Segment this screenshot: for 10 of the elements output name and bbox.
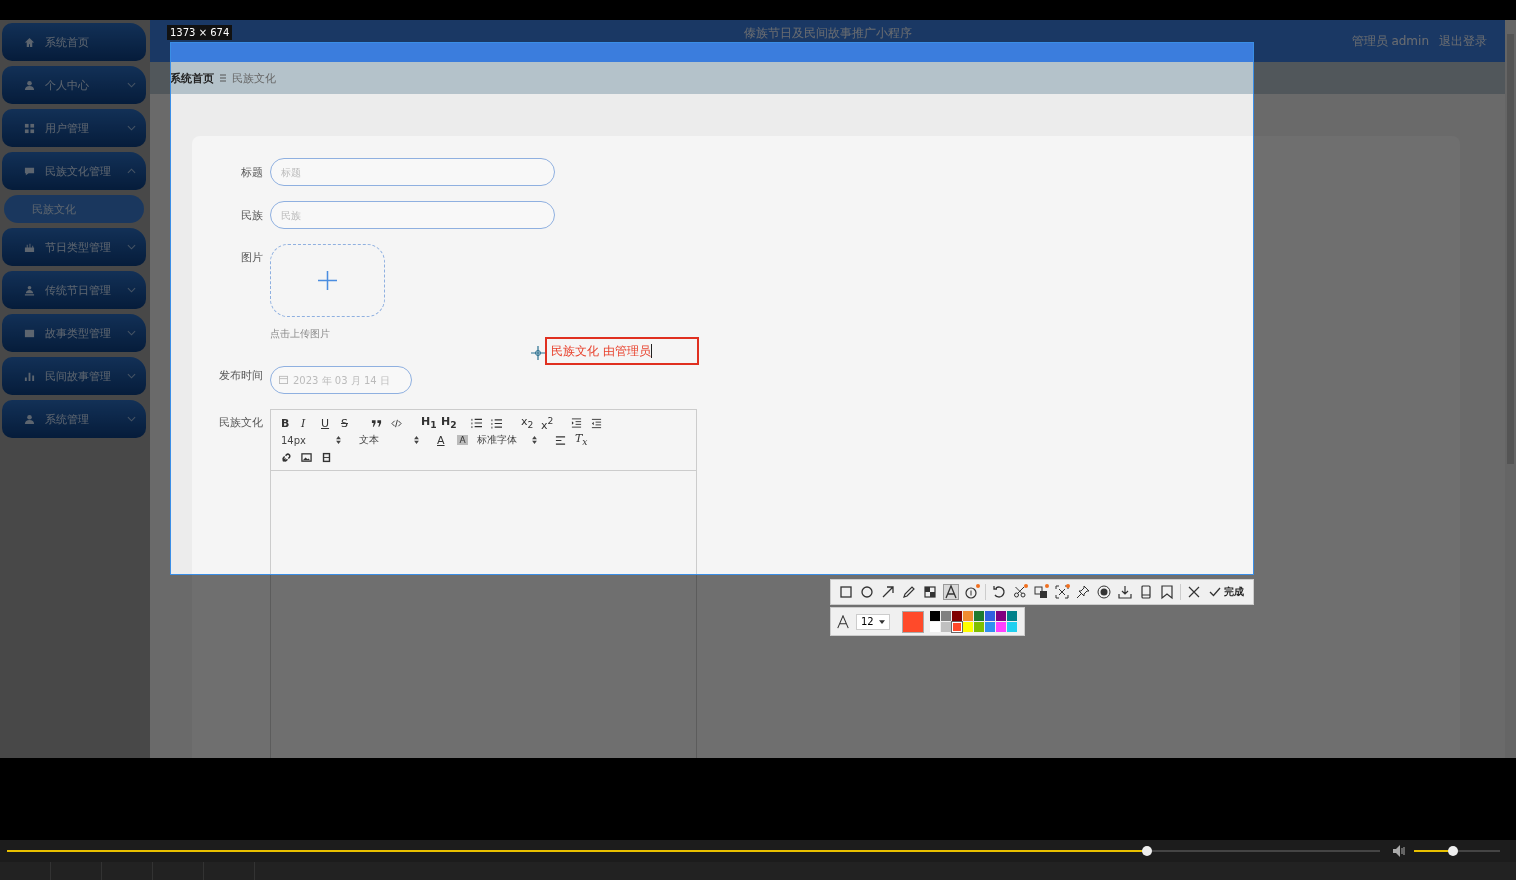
field-label: 民族文化	[218, 415, 264, 430]
breadcrumb-current: 民族文化	[232, 70, 276, 86]
app-title: 傣族节日及民间故事推广小程序	[743, 25, 912, 42]
field-label: 发布时间	[218, 367, 264, 383]
field-label: 标题	[240, 164, 264, 180]
field-label: 图片	[240, 250, 264, 265]
size-label: 1373 × 674	[167, 25, 233, 40]
user-label: 管理员 admin	[1351, 32, 1429, 50]
field-label: 民族	[240, 207, 264, 223]
upload-hint: 点击上传图片	[270, 327, 331, 341]
